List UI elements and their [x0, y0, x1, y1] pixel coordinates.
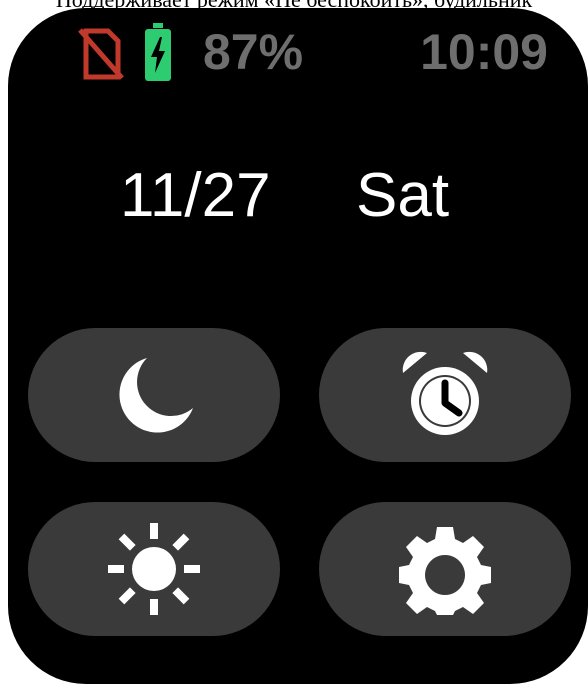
status-time: 10:09 — [420, 24, 548, 80]
battery-percent: 87% — [203, 24, 304, 80]
alarm-button[interactable] — [319, 328, 571, 462]
weekday-label: Sat — [356, 161, 450, 230]
gear-icon — [399, 527, 491, 615]
settings-button[interactable] — [319, 502, 571, 636]
battery-charging-icon — [145, 23, 171, 81]
no-sim-icon — [78, 28, 124, 80]
moon-icon — [119, 358, 193, 433]
brightness-button[interactable] — [28, 502, 280, 636]
date-label: 11/27 — [120, 161, 271, 230]
watch-screen: 87% 10:09 11/27 Sat — [8, 8, 588, 684]
status-bar: 87% 10:09 — [8, 8, 588, 98]
do-not-disturb-button[interactable] — [28, 328, 280, 462]
sun-icon — [108, 523, 200, 615]
alarm-clock-icon — [402, 351, 488, 435]
